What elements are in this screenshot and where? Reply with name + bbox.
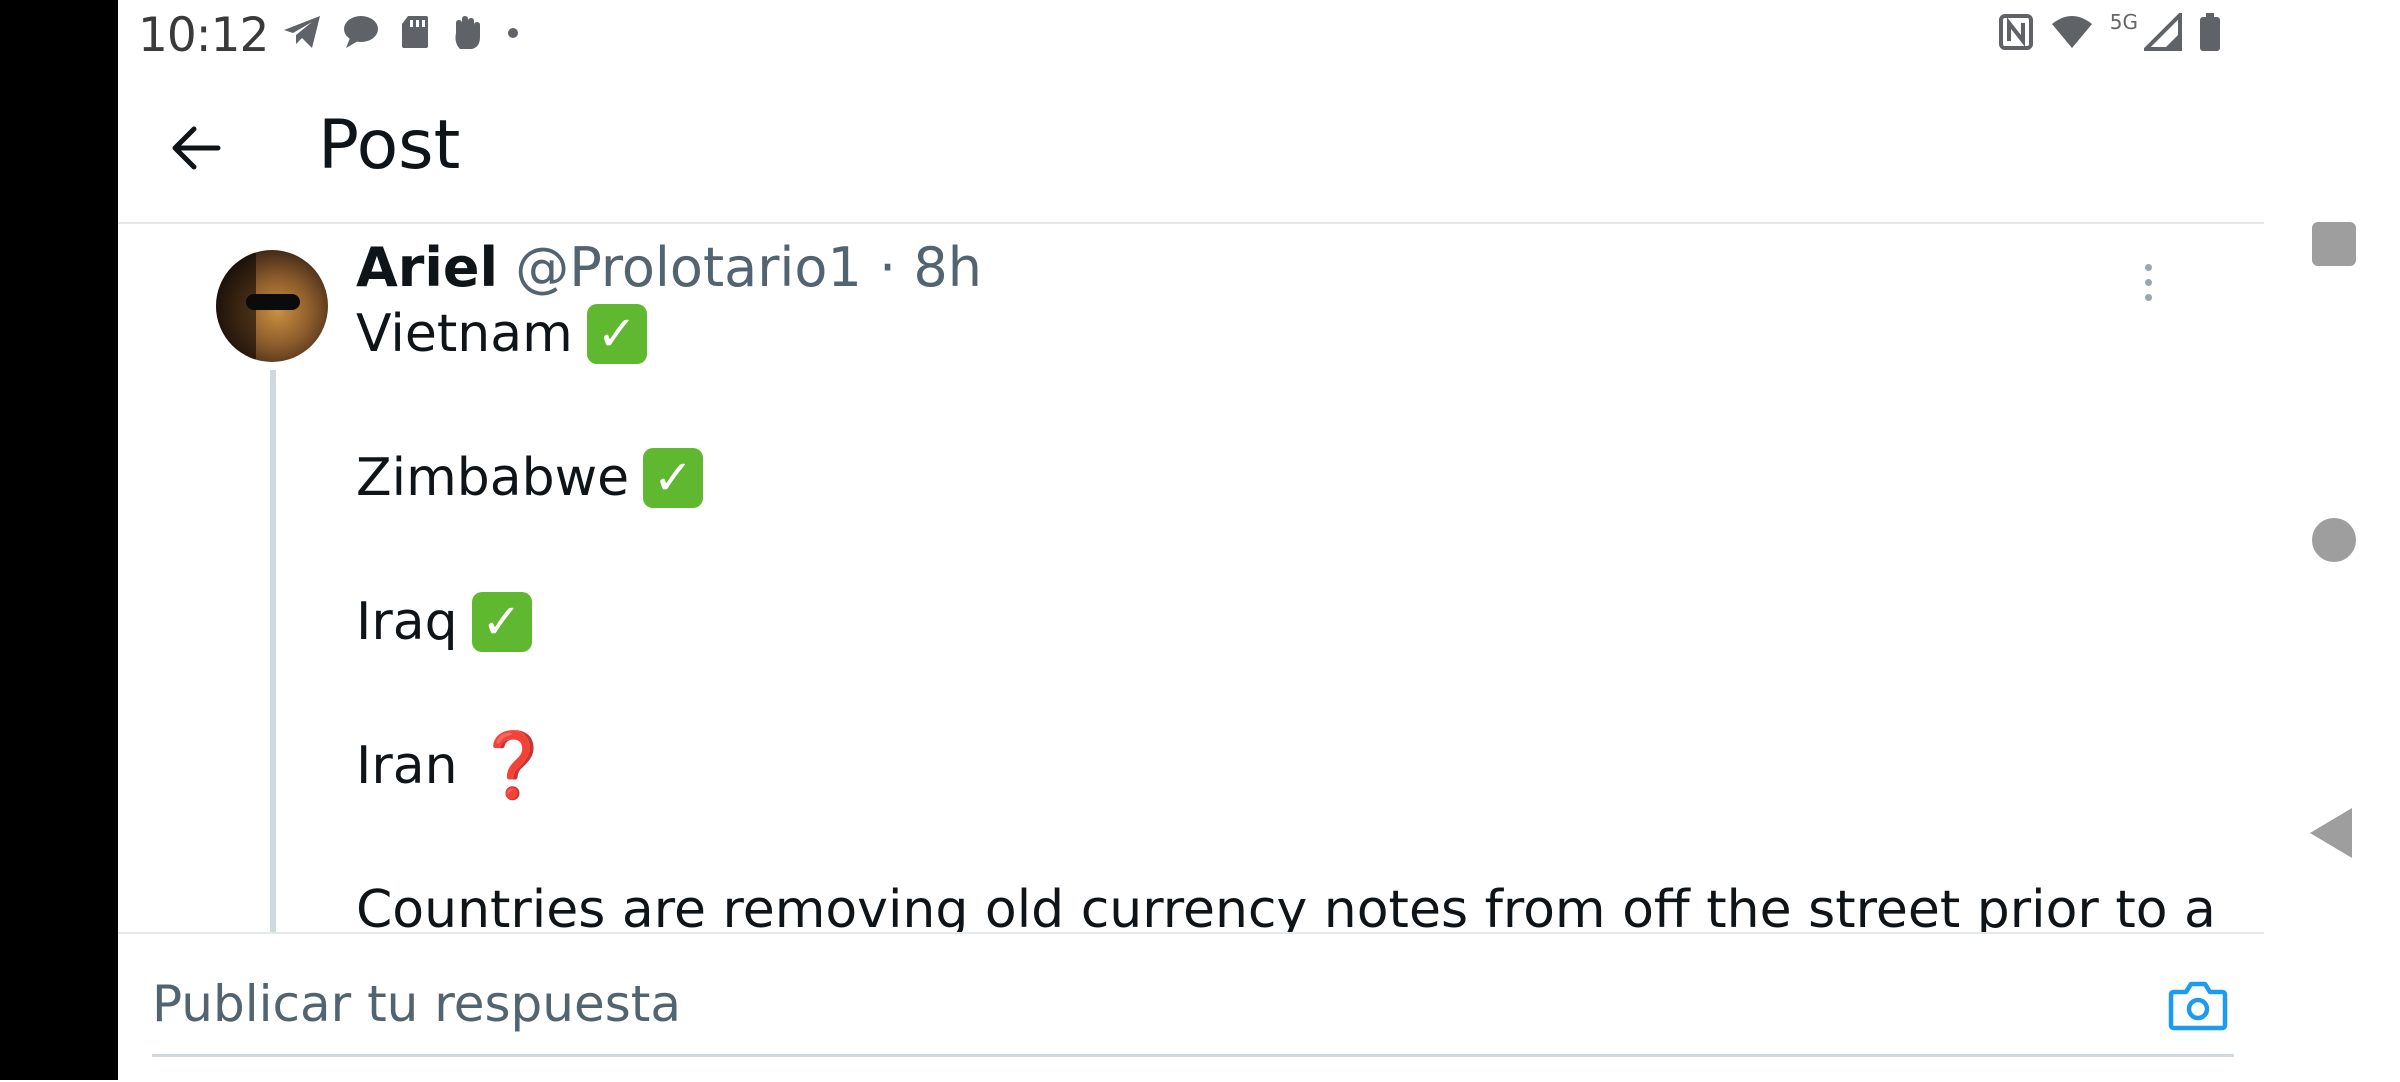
author-handle[interactable]: @Prolotario1 (515, 236, 862, 299)
post-line: Vietnam ✓ (356, 298, 2236, 370)
camera-button[interactable] (2168, 978, 2228, 1034)
check-mark-icon: ✓ (586, 304, 647, 364)
reply-bar (118, 932, 2264, 1082)
back-button[interactable] (158, 110, 234, 186)
post-separator: · (879, 236, 897, 299)
status-bar: 10:12 5G (118, 0, 2264, 70)
status-system-icons: 5G (1998, 10, 2222, 56)
avatar[interactable] (216, 250, 328, 362)
camera-icon (2168, 981, 2228, 1031)
hand-gesture-icon (450, 13, 486, 55)
back-icon[interactable] (2310, 808, 2352, 858)
telegram-icon (282, 14, 322, 54)
wifi-icon (2050, 14, 2094, 54)
post-header: Ariel @Prolotario1 · 8h (356, 236, 982, 299)
recents-icon[interactable] (2312, 222, 2356, 266)
arrow-left-icon (172, 126, 221, 170)
thread-line (270, 370, 276, 932)
network-type-label: 5G (2109, 10, 2138, 34)
app-window: 10:12 5G Post Ariel @Prolotario1 · 8h Vi… (118, 0, 2264, 1082)
author-name[interactable]: Ariel (356, 236, 498, 299)
sd-card-icon (400, 14, 430, 54)
dot-icon (506, 25, 520, 44)
page-title: Post (318, 106, 461, 185)
more-dot-icon (2144, 278, 2152, 286)
navigation-bar (2264, 0, 2400, 1080)
battery-icon (2198, 12, 2222, 56)
post-text: Vietnam ✓ Zimbabwe ✓ Iraq ✓ Iran ❓ Count… (356, 298, 2236, 932)
more-dot-icon (2144, 263, 2152, 271)
status-time: 10:12 (138, 8, 269, 63)
post[interactable]: Ariel @Prolotario1 · 8h Vietnam ✓ Zimbab… (118, 224, 2264, 932)
home-icon[interactable] (2312, 518, 2356, 562)
check-mark-icon: ✓ (643, 448, 704, 508)
notification-icons (282, 14, 520, 54)
app-header: Post (118, 72, 2264, 224)
post-line-text: Iran (356, 736, 458, 796)
post-line: Zimbabwe ✓ (356, 442, 2236, 514)
post-line: Iran ❓ (356, 730, 2236, 802)
signal-icon (2141, 10, 2182, 55)
check-mark-icon: ✓ (471, 592, 532, 652)
post-line-text: Iraq (356, 592, 458, 652)
post-line-text: Countries are removing old currency note… (356, 880, 2216, 932)
post-time: 8h (913, 236, 982, 299)
post-line: Iraq ✓ (356, 586, 2236, 658)
post-line-text: Zimbabwe (356, 448, 630, 508)
reply-input[interactable] (152, 954, 2234, 1057)
chat-bubble-icon (342, 14, 380, 54)
post-line: Countries are removing old currency note… (356, 874, 2236, 932)
question-mark-icon: ❓ (473, 729, 554, 803)
post-line-text: Vietnam (356, 304, 573, 364)
left-black-bar (0, 0, 118, 1080)
nfc-icon (1998, 13, 2034, 55)
